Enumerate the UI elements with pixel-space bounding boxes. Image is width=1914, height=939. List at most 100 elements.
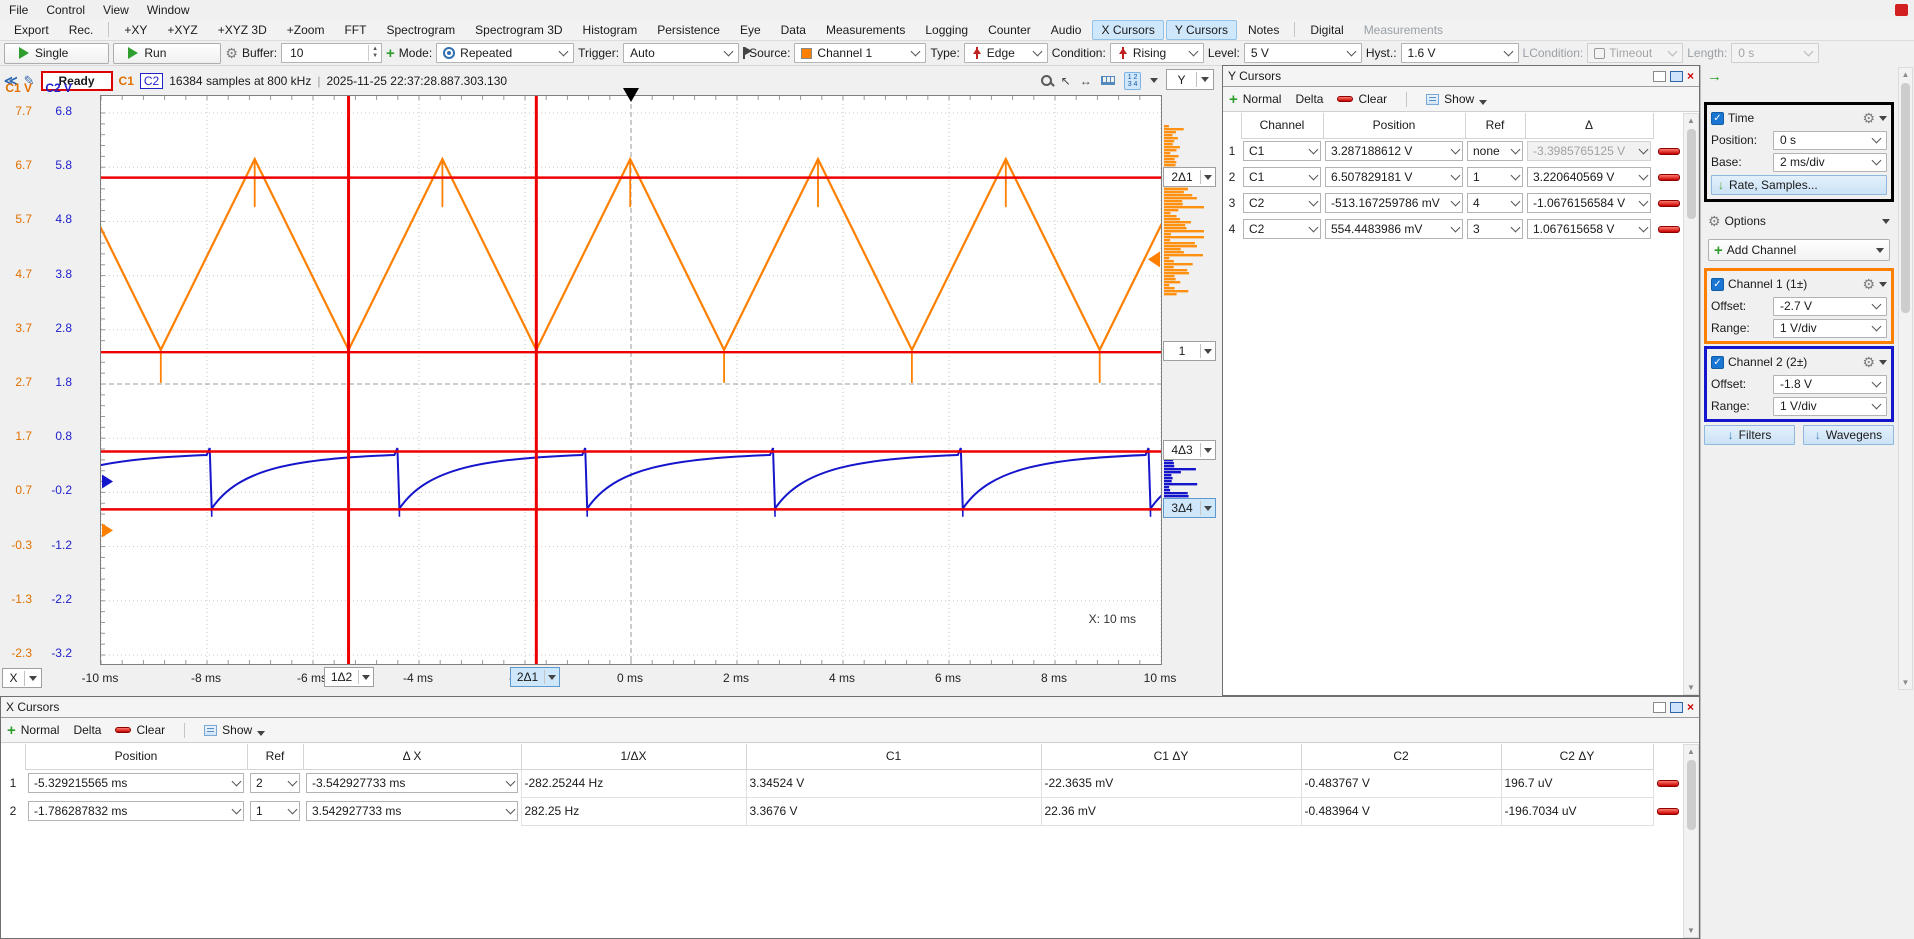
add-delta-cursor-button[interactable]: Delta bbox=[1295, 92, 1323, 106]
condition-select[interactable]: Rising bbox=[1110, 43, 1204, 63]
channel1-range-select[interactable]: 1 V/div bbox=[1773, 319, 1887, 338]
ycursor-position-select[interactable]: 3.287188612 V bbox=[1325, 141, 1463, 161]
ycursor-channel-select[interactable]: C2 bbox=[1243, 193, 1321, 213]
channel2-offset-select[interactable]: -1.8 V bbox=[1773, 375, 1887, 394]
menu-item-window[interactable]: Window bbox=[138, 1, 199, 19]
remove-cursor-button[interactable] bbox=[1658, 148, 1680, 155]
tab-notes[interactable]: Notes bbox=[1239, 20, 1288, 40]
remove-cursor-button[interactable] bbox=[1658, 226, 1680, 233]
xcursor-deltax-select[interactable]: -3.542927733 ms bbox=[306, 773, 518, 793]
layout-grid-button[interactable]: 1 23 4 bbox=[1124, 72, 1142, 90]
float-icon[interactable] bbox=[1670, 71, 1683, 82]
xcursor-ref-select[interactable]: 1 bbox=[250, 801, 300, 821]
length-select[interactable]: 0 s bbox=[1731, 43, 1819, 63]
ycursor-delta-select[interactable]: 3.220640569 V bbox=[1527, 167, 1651, 187]
x-cursors-title-bar[interactable]: X Cursors × bbox=[1, 697, 1699, 718]
level-select[interactable]: 5 V bbox=[1244, 43, 1362, 63]
channel2-gear-icon[interactable]: ⚙ bbox=[1862, 355, 1875, 369]
tab-zoom[interactable]: +Zoom bbox=[278, 20, 334, 40]
add-normal-cursor-button[interactable]: +Normal bbox=[7, 723, 59, 737]
xcursor-ref-select[interactable]: 2 bbox=[250, 773, 300, 793]
y-cursors-title-bar[interactable]: Y Cursors × bbox=[1223, 66, 1699, 87]
tab-logging[interactable]: Logging bbox=[916, 20, 977, 40]
ycursor-delta-select[interactable]: -1.0676156584 V bbox=[1527, 193, 1651, 213]
ycursor-ref-select[interactable]: 3 bbox=[1467, 219, 1523, 239]
dock-icon[interactable] bbox=[1653, 702, 1666, 713]
channel1-checkbox[interactable]: ✓ bbox=[1711, 278, 1724, 291]
ycursor-position-select[interactable]: 6.507829181 V bbox=[1325, 167, 1463, 187]
buffer-spin-arrows[interactable]: ▲▼ bbox=[368, 45, 381, 61]
remove-cursor-button[interactable] bbox=[1657, 780, 1679, 787]
add-delta-cursor-button[interactable]: Delta bbox=[73, 723, 101, 737]
mode-add-icon[interactable]: + bbox=[386, 47, 395, 60]
sidebar-scrollbar[interactable]: ▲▼ bbox=[1898, 67, 1913, 690]
ycursor-ref-select[interactable]: 4 bbox=[1467, 193, 1523, 213]
tab-y-cursors[interactable]: Y Cursors bbox=[1166, 20, 1237, 40]
tab-measurements[interactable]: Measurements bbox=[1355, 20, 1452, 40]
time-base-select[interactable]: 2 ms/div bbox=[1773, 153, 1887, 172]
buffer-gear-icon[interactable]: ⚙ bbox=[225, 46, 238, 60]
time-position-select[interactable]: 0 s bbox=[1773, 131, 1887, 150]
fit-horizontal-icon[interactable]: ↔ bbox=[1080, 74, 1092, 88]
single-button[interactable]: Single bbox=[4, 43, 109, 64]
ycursor-ref-select[interactable]: none bbox=[1467, 141, 1523, 161]
tab-fft[interactable]: FFT bbox=[335, 20, 375, 40]
show-menu-button[interactable]: Show bbox=[1426, 92, 1487, 106]
ycursor-channel-select[interactable]: C2 bbox=[1243, 219, 1321, 239]
xcursor-position-select[interactable]: -5.329215565 ms bbox=[28, 773, 244, 793]
show-menu-button[interactable]: Show bbox=[204, 723, 265, 737]
menu-item-file[interactable]: File bbox=[0, 1, 37, 19]
pointer-mode-icon[interactable]: ↖ bbox=[1061, 74, 1071, 88]
x-cursors-scrollbar[interactable]: ▲▼ bbox=[1683, 744, 1699, 938]
tab-measurements[interactable]: Measurements bbox=[817, 20, 914, 40]
clear-cursors-button[interactable]: Clear bbox=[115, 723, 165, 737]
options-row[interactable]: ⚙Options bbox=[1704, 208, 1894, 234]
waveform-plot[interactable]: X: 10 ms bbox=[100, 95, 1162, 665]
close-icon[interactable]: × bbox=[1687, 702, 1694, 713]
tab-digital[interactable]: Digital bbox=[1301, 20, 1352, 40]
channel2-range-select[interactable]: 1 V/div bbox=[1773, 397, 1887, 416]
tab-audio[interactable]: Audio bbox=[1042, 20, 1091, 40]
dock-icon[interactable] bbox=[1653, 71, 1666, 82]
clear-cursors-button[interactable]: Clear bbox=[1337, 92, 1387, 106]
tab-xyz[interactable]: +XYZ bbox=[158, 20, 206, 40]
ycursor-tag-3d4[interactable]: 3Δ4 bbox=[1163, 498, 1216, 518]
channel1-offset-select[interactable]: -2.7 V bbox=[1773, 297, 1887, 316]
time-gear-icon[interactable]: ⚙ bbox=[1862, 111, 1875, 125]
tab-spectrogram[interactable]: Spectrogram bbox=[377, 20, 464, 40]
remove-cursor-button[interactable] bbox=[1658, 200, 1680, 207]
tab-xy[interactable]: +XY bbox=[115, 20, 156, 40]
mode-select[interactable]: Repeated bbox=[436, 43, 574, 63]
ycursor-position-select[interactable]: 554.4483986 mV bbox=[1325, 219, 1463, 239]
add-normal-cursor-button[interactable]: +Normal bbox=[1229, 92, 1281, 106]
y-cursors-scrollbar[interactable]: ▲ ▼ bbox=[1683, 113, 1699, 695]
ycursor-tag-2d1[interactable]: 2Δ1 bbox=[1163, 167, 1216, 187]
filters-button[interactable]: ↓Filters bbox=[1704, 425, 1795, 445]
channel1-badge[interactable]: C1 bbox=[119, 74, 134, 88]
float-icon[interactable] bbox=[1670, 702, 1683, 713]
ycursor-channel-select[interactable]: C1 bbox=[1243, 141, 1321, 161]
ycursor-ref-select[interactable]: 1 bbox=[1467, 167, 1523, 187]
run-button[interactable]: Run bbox=[113, 43, 221, 64]
buffer-spinner[interactable]: 10▲▼ bbox=[281, 43, 382, 63]
xcursor-tag-1d2[interactable]: 1Δ2 bbox=[324, 667, 374, 687]
remove-cursor-button[interactable] bbox=[1658, 174, 1680, 181]
trigger-flag-icon[interactable] bbox=[743, 47, 745, 59]
tab-data[interactable]: Data bbox=[772, 20, 815, 40]
layout-dropdown-icon[interactable] bbox=[1150, 78, 1158, 83]
channel2-badge[interactable]: C2 bbox=[140, 73, 163, 89]
ycursor-channel-select[interactable]: C1 bbox=[1243, 167, 1321, 187]
tab-counter[interactable]: Counter bbox=[979, 20, 1040, 40]
trigger-position-marker[interactable] bbox=[623, 88, 639, 102]
tab-eye[interactable]: Eye bbox=[731, 20, 770, 40]
wavegens-button[interactable]: ↓Wavegens bbox=[1803, 425, 1894, 445]
menu-item-view[interactable]: View bbox=[94, 1, 138, 19]
tab-export[interactable]: Export bbox=[5, 20, 58, 40]
x-axis-menu-button[interactable]: X bbox=[2, 668, 42, 688]
menu-item-control[interactable]: Control bbox=[37, 1, 94, 19]
tab-xyz-3d[interactable]: +XYZ 3D bbox=[209, 20, 276, 40]
ruler-icon[interactable] bbox=[1101, 76, 1115, 85]
channel1-gear-icon[interactable]: ⚙ bbox=[1862, 277, 1875, 291]
source-select[interactable]: Channel 1 bbox=[794, 43, 926, 63]
type-select[interactable]: Edge bbox=[964, 43, 1048, 63]
